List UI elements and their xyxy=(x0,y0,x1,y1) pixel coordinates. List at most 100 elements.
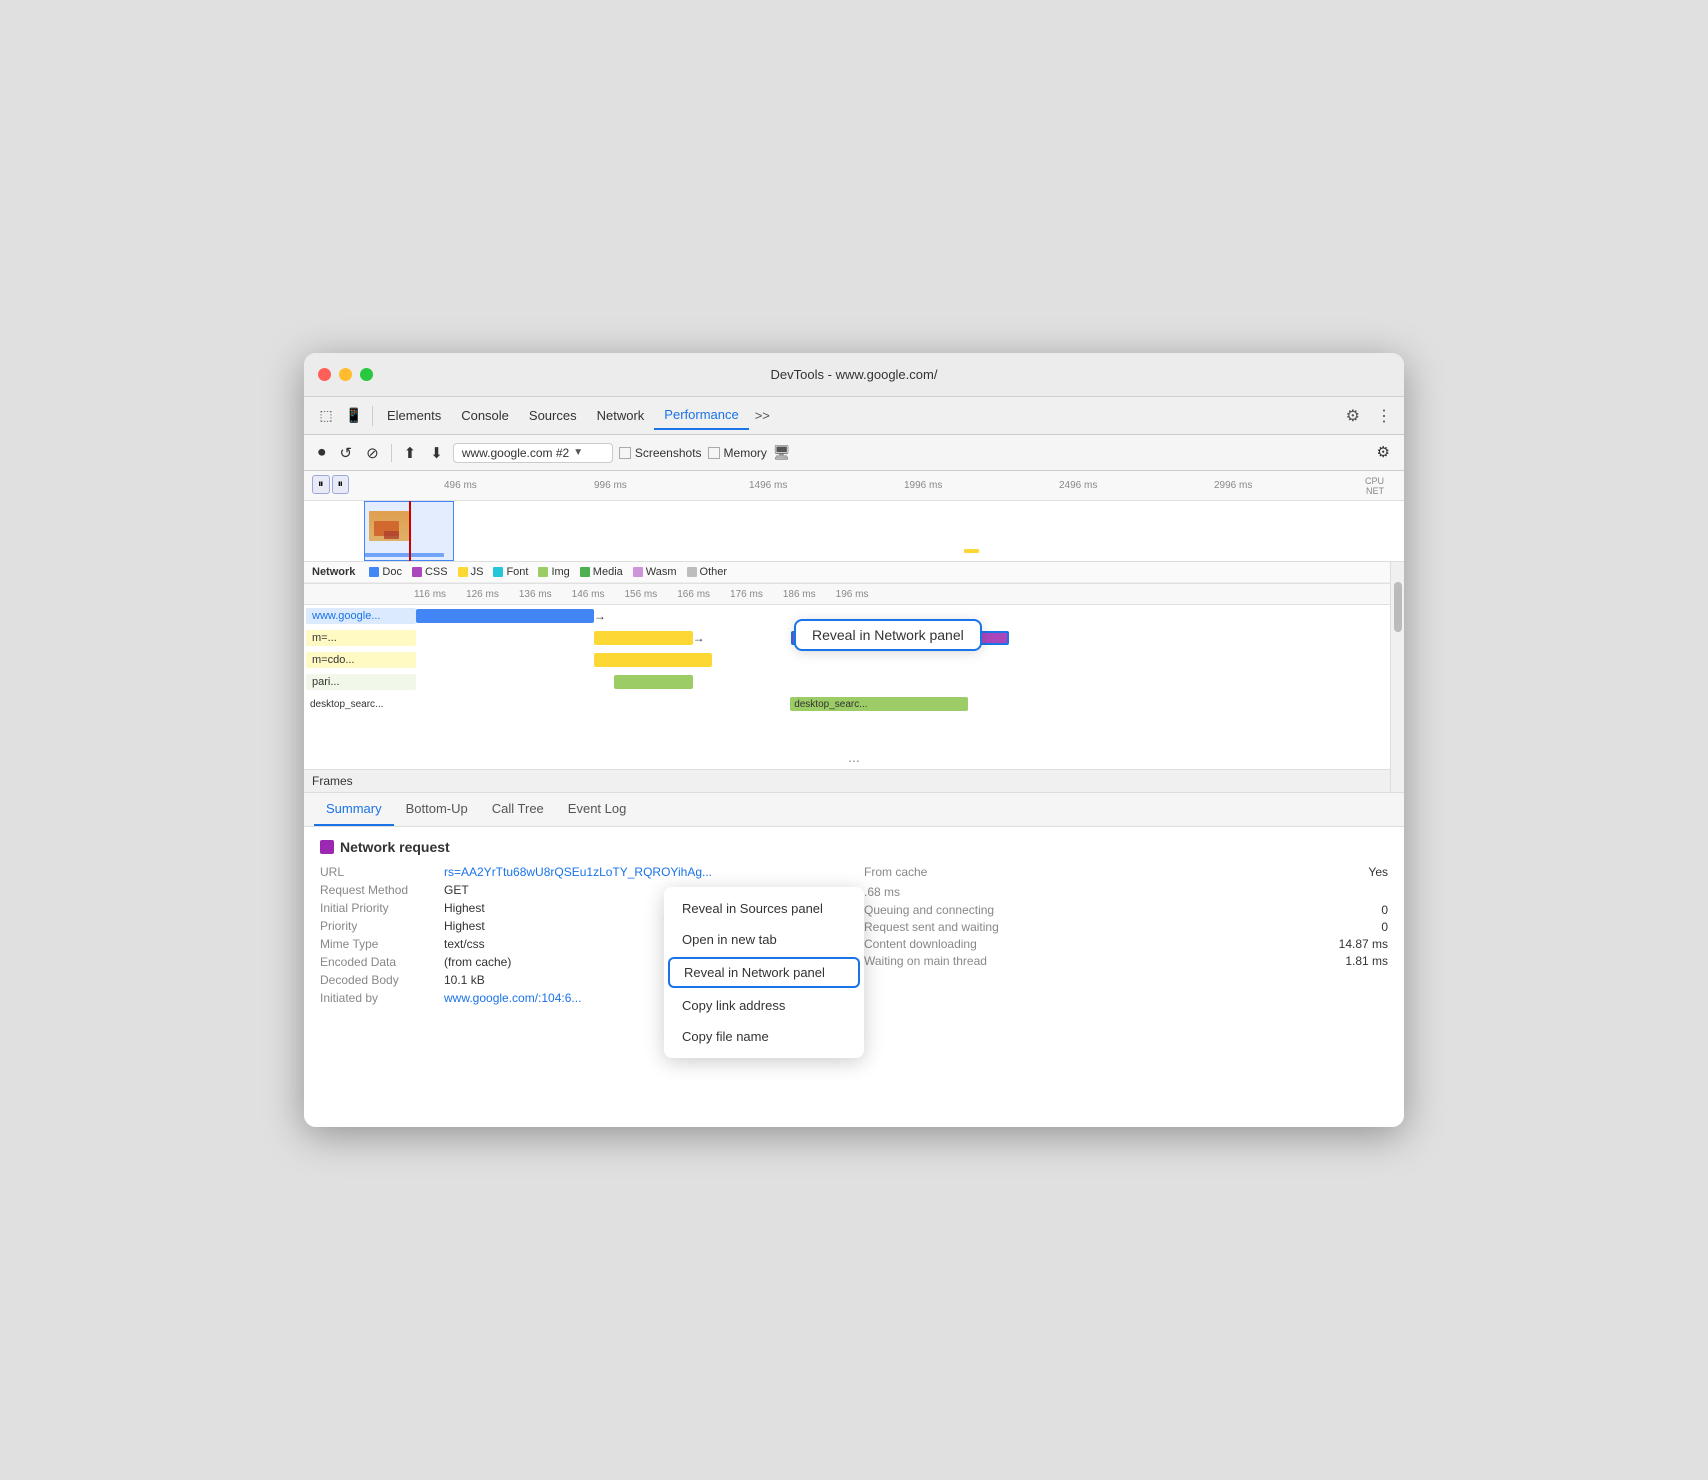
summary-title: Network request xyxy=(320,839,1388,855)
net-row-3[interactable]: pari... xyxy=(304,671,1404,693)
summary-url-key: URL xyxy=(320,865,440,879)
screenshots-checkbox[interactable] xyxy=(619,447,631,459)
tab-sources[interactable]: Sources xyxy=(519,402,587,429)
tab-bottom-up[interactable]: Bottom-Up xyxy=(394,793,480,826)
frames-row: Frames xyxy=(304,769,1404,792)
pause-btn-2[interactable]: ⏸ xyxy=(332,475,350,494)
legend-font-dot xyxy=(493,567,503,577)
legend-media: Media xyxy=(580,566,623,578)
reload-button[interactable]: ↺ xyxy=(336,442,357,464)
tab-summary[interactable]: Summary xyxy=(314,793,394,826)
tab-more[interactable]: >> xyxy=(749,408,776,423)
inspector-icon[interactable]: ⬚ xyxy=(312,402,340,430)
pause-btn-1[interactable]: ⏸ xyxy=(312,475,330,494)
tab-call-tree[interactable]: Call Tree xyxy=(480,793,556,826)
net-marker-176: 176 ms xyxy=(730,589,763,600)
legend-wasm-label: Wasm xyxy=(646,566,677,578)
context-item-reveal-network[interactable]: Reveal in Network panel xyxy=(668,957,860,988)
scrollbar-thumb[interactable] xyxy=(1394,582,1402,632)
performance-toolbar: ⏺ ↺ ⊘ ⬆ ⬇ www.google.com #2 ▼ Screenshot… xyxy=(304,435,1404,471)
time-ruler-network: 116 ms 126 ms 136 ms 146 ms 156 ms 166 m… xyxy=(304,583,1404,605)
marker-496: 496 ms xyxy=(444,480,477,491)
from-cache-row: From cache Yes xyxy=(864,865,1388,879)
cpu-label: CPU xyxy=(1365,476,1384,486)
net-label: NET xyxy=(1365,486,1384,496)
tab-separator xyxy=(372,406,373,426)
close-button[interactable] xyxy=(318,368,331,381)
net-row-4[interactable]: desktop_searc... desktop_searc... xyxy=(304,693,1404,715)
arrow-0: → xyxy=(594,609,606,623)
maximize-button[interactable] xyxy=(360,368,373,381)
summary-panel: Network request URL rs=AA2YrTtu68wU8rQSE… xyxy=(304,827,1404,1127)
more-options-icon[interactable]: ⋮ xyxy=(1372,402,1396,430)
download-button[interactable]: ⬇ xyxy=(426,442,447,464)
legend-js: JS xyxy=(458,566,484,578)
summary-priority-key: Priority xyxy=(320,919,440,933)
settings-icon[interactable]: ⚙ xyxy=(1342,402,1364,430)
minimize-button[interactable] xyxy=(339,368,352,381)
scrollbar[interactable] xyxy=(1390,562,1404,792)
net-row-bar-area-2 xyxy=(416,649,1404,671)
bottom-tabs: Summary Bottom-Up Call Tree Event Log xyxy=(304,793,1404,827)
context-item-open-tab-label: Open in new tab xyxy=(682,932,777,947)
timing-request: Request sent and waiting 0 xyxy=(864,920,1388,934)
main-tabs: ⬚ 📱 Elements Console Sources Network Per… xyxy=(304,397,1404,435)
net-bar-2 xyxy=(964,549,979,553)
tab-network[interactable]: Network xyxy=(587,402,655,429)
timing-content: Content downloading 14.87 ms xyxy=(864,937,1388,951)
legend-other-dot xyxy=(687,567,697,577)
net-row-label-1: m=... xyxy=(306,630,416,646)
context-item-copy-link-label: Copy link address xyxy=(682,998,785,1013)
frames-label: Frames xyxy=(312,774,353,788)
timeline-area: ⏸ ⏸ 496 ms 996 ms 1496 ms 1996 ms 2496 m… xyxy=(304,471,1404,562)
marker-2496: 2496 ms xyxy=(1059,480,1097,491)
net-marker-126: 126 ms xyxy=(466,589,499,600)
tab-event-log[interactable]: Event Log xyxy=(556,793,639,826)
upload-button[interactable]: ⬆ xyxy=(400,442,421,464)
network-legend-title: Network xyxy=(312,566,355,578)
clear-button[interactable]: ⊘ xyxy=(362,442,383,464)
network-legend: Network Doc CSS JS Font Img xyxy=(304,562,1404,583)
legend-media-label: Media xyxy=(593,566,623,578)
screenshots-label: Screenshots xyxy=(635,446,702,460)
summary-url-val[interactable]: rs=AA2YrTtu68wU8rQSEu1zLoTY_RQROYihAg... xyxy=(444,865,844,879)
memory-label: Memory xyxy=(724,446,767,460)
req-bar-4: desktop_searc... xyxy=(790,697,968,711)
url-selector[interactable]: www.google.com #2 ▼ xyxy=(453,443,613,463)
legend-css: CSS xyxy=(412,566,448,578)
context-item-reveal-sources[interactable]: Reveal in Sources panel xyxy=(664,893,864,924)
url-dropdown-arrow[interactable]: ▼ xyxy=(573,447,583,458)
record-button[interactable]: ⏺ xyxy=(314,442,330,463)
timing-content-val: 14.87 ms xyxy=(1339,937,1388,951)
summary-mimetype-key: Mime Type xyxy=(320,937,440,951)
tab-performance[interactable]: Performance xyxy=(654,401,748,430)
context-item-open-tab[interactable]: Open in new tab xyxy=(664,924,864,955)
from-cache-val: Yes xyxy=(1368,865,1388,879)
toolbar-settings-icon[interactable]: 🖥 xyxy=(773,444,791,461)
legend-css-label: CSS xyxy=(425,566,448,578)
net-marker-116: 116 ms xyxy=(414,589,446,600)
tab-elements[interactable]: Elements xyxy=(377,402,451,429)
legend-js-dot xyxy=(458,567,468,577)
net-marker-166: 166 ms xyxy=(677,589,710,600)
net-marker-186: 186 ms xyxy=(783,589,816,600)
legend-doc-label: Doc xyxy=(382,566,402,578)
context-item-copy-link[interactable]: Copy link address xyxy=(664,990,864,1021)
traffic-lights xyxy=(318,368,373,381)
context-item-copy-filename[interactable]: Copy file name xyxy=(664,1021,864,1052)
device-toggle-icon[interactable]: 📱 xyxy=(340,402,368,430)
net-row-2[interactable]: m=cdo... xyxy=(304,649,1404,671)
timing-waiting: Waiting on main thread 1.81 ms xyxy=(864,954,1388,968)
req-bar-0 xyxy=(416,609,594,623)
net-row-label-2: m=cdo... xyxy=(306,652,416,668)
arrow-1: → xyxy=(693,631,705,645)
tab-console[interactable]: Console xyxy=(451,402,519,429)
current-time-line xyxy=(409,501,411,561)
memory-checkbox[interactable] xyxy=(708,447,720,459)
legend-img-dot xyxy=(538,567,548,577)
toolbar-gear-icon[interactable]: ⚙ xyxy=(1373,442,1394,463)
timing-queuing-val: 0 xyxy=(1381,903,1388,917)
summary-url-row: URL rs=AA2YrTtu68wU8rQSEu1zLoTY_RQROYihA… xyxy=(320,865,844,879)
network-request-icon xyxy=(320,840,334,854)
summary-encoded-key: Encoded Data xyxy=(320,955,440,969)
